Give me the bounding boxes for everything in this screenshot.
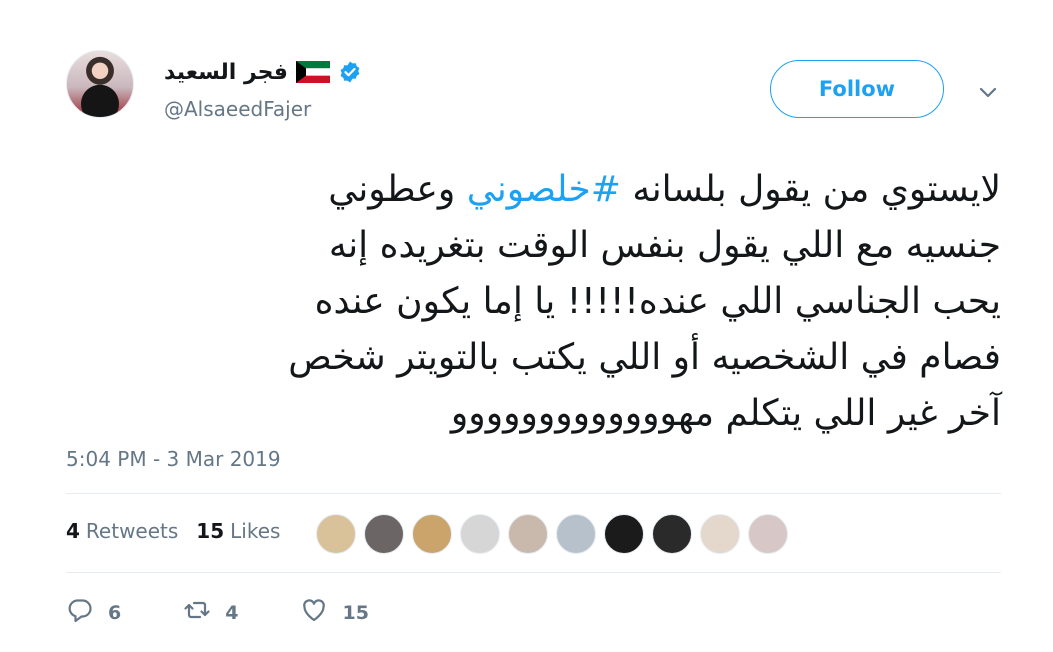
liker-avatar-1[interactable] — [316, 514, 356, 554]
liker-avatar-7[interactable] — [604, 514, 644, 554]
liker-avatar-5[interactable] — [508, 514, 548, 554]
retweet-count: 4 — [225, 601, 239, 624]
kuwait-flag-icon — [295, 61, 330, 83]
likes-count: 15 — [196, 519, 225, 543]
liker-avatar-8[interactable] — [652, 514, 692, 554]
reply-count: 6 — [108, 601, 122, 624]
liker-avatar-4[interactable] — [460, 514, 500, 554]
tweet-actions: 6 4 15 — [66, 596, 409, 629]
tweet-text-segment: لايستوي من يقول بلسانه — [620, 169, 1001, 210]
retweets-label: Retweets — [85, 519, 179, 543]
tweet-stats: 4 Retweets 15 Likes — [66, 519, 280, 543]
likes-label: Likes — [230, 519, 281, 543]
tweet-line: آخر غير اللي يتكلم مهووووووووووووو — [450, 393, 1001, 434]
liker-avatar-3[interactable] — [412, 514, 452, 554]
divider — [66, 572, 1001, 573]
likes-stat[interactable]: 15 Likes — [196, 519, 280, 543]
divider — [66, 493, 1001, 494]
heart-icon[interactable] — [300, 596, 328, 629]
tweet-timestamp[interactable]: 5:04 PM - 3 Mar 2019 — [66, 447, 281, 471]
liker-avatar-6[interactable] — [556, 514, 596, 554]
liker-avatars — [316, 514, 788, 554]
follow-button[interactable]: Follow — [770, 60, 944, 118]
tweet-line: يحب الجناسي اللي عنده!!!!! يا إما يكون ع… — [314, 281, 1001, 322]
retweet-icon[interactable] — [183, 596, 211, 629]
tweet-line: فصام في الشخصيه أو اللي يكتب بالتويتر شخ… — [288, 337, 1001, 378]
like-count: 15 — [342, 601, 369, 624]
liker-avatar-9[interactable] — [700, 514, 740, 554]
retweets-stat[interactable]: 4 Retweets — [66, 519, 178, 543]
like-action[interactable]: 15 — [300, 596, 369, 629]
hashtag-link[interactable]: #خلصوني — [467, 169, 621, 210]
tweet-text: لايستوي من يقول بلسانه #خلصوني وعطوني جن… — [41, 162, 1001, 442]
tweet-line: لايستوي من يقول بلسانه #خلصوني وعطوني — [41, 162, 1001, 218]
reply-icon[interactable] — [66, 596, 94, 629]
reply-action[interactable]: 6 — [66, 596, 121, 629]
author-avatar[interactable] — [66, 50, 134, 118]
retweet-action[interactable]: 4 — [183, 596, 238, 629]
liker-avatar-2[interactable] — [364, 514, 404, 554]
liker-avatar-10[interactable] — [748, 514, 788, 554]
tweet-text-segment: وعطوني — [328, 169, 467, 210]
retweets-count: 4 — [66, 519, 80, 543]
author-display-name[interactable]: فجر السعيد — [164, 60, 288, 85]
verified-badge-icon — [338, 60, 362, 84]
author-name-row: فجر السعيد — [164, 54, 362, 90]
author-handle[interactable]: @AlsaeedFajer — [164, 97, 311, 121]
tweet-line: جنسيه مع اللي يقول بنفس الوقت بتغريده إن… — [328, 225, 1001, 266]
chevron-down-icon[interactable] — [974, 78, 1002, 106]
